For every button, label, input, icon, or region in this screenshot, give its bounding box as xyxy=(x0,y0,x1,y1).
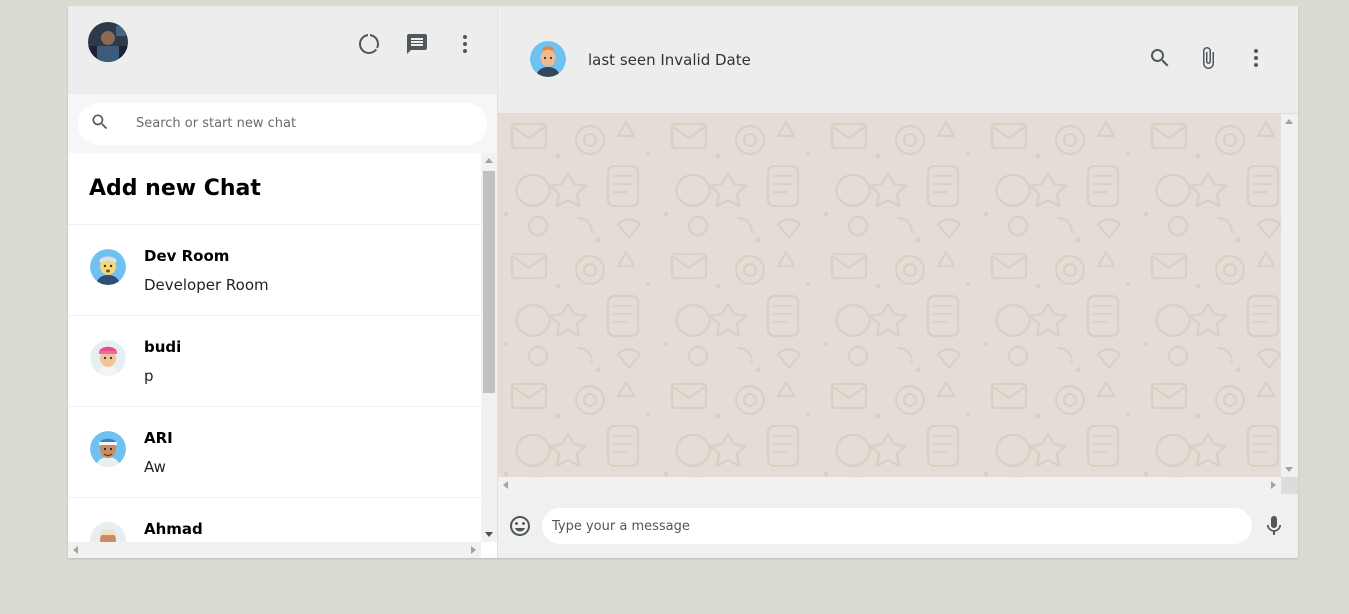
chat-wallpaper-pattern xyxy=(498,114,1281,477)
mic-icon[interactable] xyxy=(1262,514,1286,538)
message-input[interactable] xyxy=(542,508,1252,544)
user-avatar[interactable] xyxy=(88,22,128,62)
scroll-down-arrow-icon[interactable] xyxy=(1285,467,1293,472)
chat-avatar xyxy=(90,522,126,542)
scrollbar-thumb[interactable] xyxy=(483,171,495,393)
scrollbar-corner xyxy=(481,542,497,558)
emoji-icon[interactable] xyxy=(508,514,532,538)
sidebar-header-actions xyxy=(357,32,477,56)
chat-name: Dev Room xyxy=(144,247,230,265)
message-form xyxy=(542,508,1252,544)
chat-item-ahmad[interactable]: Ahmad xyxy=(68,498,481,542)
last-seen-text: last seen Invalid Date xyxy=(588,50,751,69)
add-new-chat[interactable]: Add new Chat xyxy=(68,153,481,225)
search-box xyxy=(78,102,487,145)
chat-list-horizontal-scrollbar[interactable] xyxy=(68,542,481,558)
search-icon[interactable] xyxy=(1148,46,1172,70)
scroll-up-arrow-icon[interactable] xyxy=(485,158,493,163)
scroll-up-arrow-icon[interactable] xyxy=(1285,119,1293,124)
app-window: Add new Chat Dev Roo xyxy=(68,6,1298,558)
chat-header-actions xyxy=(1148,46,1268,70)
more-vert-icon[interactable] xyxy=(1244,46,1268,70)
search-input[interactable] xyxy=(134,115,487,132)
status-icon[interactable] xyxy=(357,32,381,56)
chat-item-budi[interactable]: budi p xyxy=(68,316,481,407)
chat-list-vertical-scrollbar[interactable] xyxy=(481,153,497,542)
add-new-chat-label: Add new Chat xyxy=(89,176,261,201)
search-bar xyxy=(68,94,497,153)
chat-last-message: Aw xyxy=(144,458,166,476)
chat-last-message: p xyxy=(144,367,154,385)
scrollbar-corner xyxy=(1281,477,1298,494)
chat-info: Dev Room Developer Room xyxy=(144,247,269,294)
scroll-right-arrow-icon[interactable] xyxy=(471,546,476,554)
chat-list-container: Add new Chat Dev Room Developer Room bud… xyxy=(68,153,497,558)
chat-name: budi xyxy=(144,338,182,356)
chat-info: budi p xyxy=(144,338,181,385)
chat-header: last seen Invalid Date xyxy=(498,6,1298,114)
chat-horizontal-scrollbar[interactable] xyxy=(498,477,1281,494)
sidebar-header xyxy=(68,6,497,94)
chat-info: ARI Aw xyxy=(144,429,173,476)
more-vert-icon[interactable] xyxy=(453,32,477,56)
attach-file-icon[interactable] xyxy=(1196,46,1220,70)
chat-footer xyxy=(498,494,1298,558)
chat-name: Ahmad xyxy=(144,520,203,538)
chat-name: ARI xyxy=(144,429,173,447)
chat-body-container xyxy=(498,114,1298,494)
search-icon xyxy=(90,112,110,136)
contact-avatar[interactable] xyxy=(530,40,566,77)
chat-last-message: Developer Room xyxy=(144,276,269,294)
chat-item-ari[interactable]: ARI Aw xyxy=(68,407,481,498)
chat-vertical-scrollbar[interactable] xyxy=(1281,114,1298,477)
chat-icon[interactable] xyxy=(405,32,429,56)
chat-avatar xyxy=(90,249,126,285)
chat-item-dev-room[interactable]: Dev Room Developer Room xyxy=(68,225,481,316)
chat-info: Ahmad xyxy=(144,520,203,542)
chat-header-info: last seen Invalid Date xyxy=(588,51,1148,69)
chat-avatar xyxy=(90,431,126,467)
chat-avatar xyxy=(90,340,126,376)
chat-panel: last seen Invalid Date xyxy=(498,6,1298,558)
scroll-left-arrow-icon[interactable] xyxy=(503,481,508,489)
sidebar: Add new Chat Dev Roo xyxy=(68,6,498,558)
scroll-left-arrow-icon[interactable] xyxy=(73,546,78,554)
scroll-right-arrow-icon[interactable] xyxy=(1271,481,1276,489)
chat-list: Add new Chat Dev Room Developer Room bud… xyxy=(68,153,481,542)
chat-body xyxy=(498,114,1281,477)
scroll-down-arrow-icon[interactable] xyxy=(485,532,493,537)
